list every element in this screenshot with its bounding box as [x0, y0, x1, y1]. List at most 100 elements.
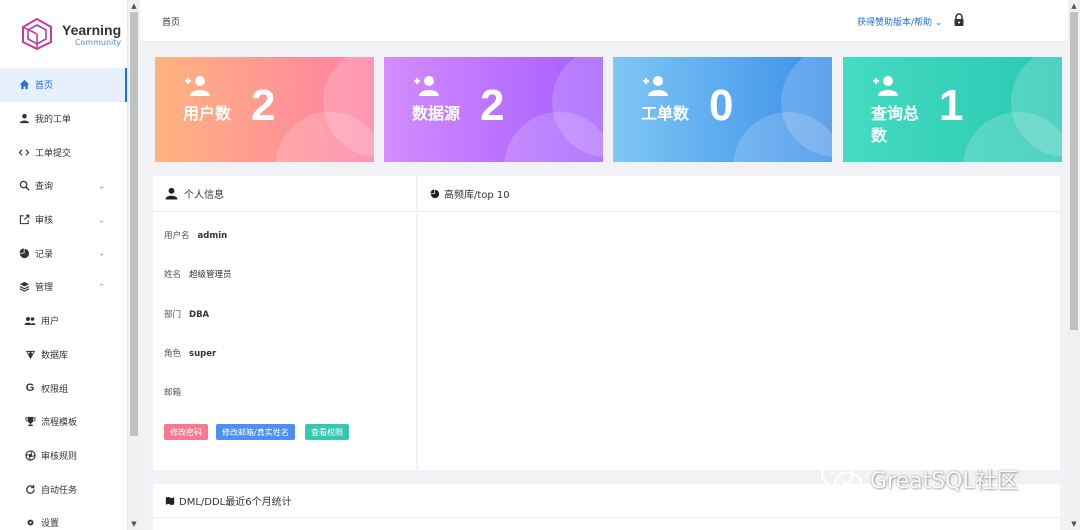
- breadcrumb[interactable]: 首页: [162, 15, 180, 28]
- stat-card-datasources[interactable]: 数据源 2: [384, 57, 603, 162]
- top-db-title: 高频库/top 10: [444, 190, 510, 201]
- help-link-label: 获得赞助版本/帮助: [857, 18, 933, 28]
- field-value: 超级管理员: [189, 270, 232, 280]
- sidebar-item-auto-tasks[interactable]: 自动任务: [0, 472, 127, 506]
- sidebar-item-users[interactable]: 用户: [0, 304, 127, 338]
- field-label: 姓名: [164, 270, 182, 280]
- change-password-button[interactable]: 修改密码: [164, 424, 208, 440]
- watermark-text: GreatSQL社区: [870, 469, 1019, 494]
- profile-email: 邮箱: [164, 386, 189, 398]
- chevron-down-icon: ⌄: [98, 248, 105, 258]
- profile-role: 角色 super: [164, 347, 216, 359]
- card-decor-circle: [504, 112, 603, 162]
- sidebar-item-label: 设置: [41, 519, 60, 530]
- chevron-down-icon: ⌄: [934, 18, 943, 28]
- sidebar-item-databases[interactable]: 数据库: [0, 338, 127, 372]
- field-value: admin: [197, 231, 228, 241]
- user-icon: [165, 187, 178, 200]
- sidebar-item-label: 审核: [35, 216, 54, 227]
- profile-title: 个人信息: [184, 190, 224, 201]
- search-icon: [18, 180, 30, 192]
- add-user-icon: [185, 76, 210, 96]
- main-scrollbar-thumb[interactable]: [1070, 12, 1078, 330]
- scroll-down-icon[interactable]: ▼: [1068, 518, 1080, 530]
- stat-label: 查询总数: [871, 104, 920, 145]
- sidebar-item-label: 记录: [35, 249, 54, 260]
- wechat-logo-icon: [821, 463, 862, 494]
- stat-label: 数据源: [412, 104, 461, 123]
- sidebar: Yearning Community 首页 我的工单 工单提交 查询 ⌄ 审核 …: [0, 0, 128, 530]
- stat-value: 2: [251, 81, 276, 130]
- chevron-down-icon: ⌄: [98, 215, 105, 225]
- code-icon: [18, 146, 30, 158]
- stat-value: 2: [480, 81, 505, 130]
- sidebar-item-permission-groups[interactable]: G 权限组: [0, 371, 127, 405]
- sidebar-item-my-orders[interactable]: 我的工单: [0, 102, 127, 136]
- database-icon: [24, 348, 36, 360]
- watermark: GreatSQL社区: [820, 462, 1019, 496]
- lock-icon[interactable]: [952, 13, 966, 27]
- edit-icon: [18, 214, 30, 226]
- google-icon: G: [25, 382, 35, 395]
- stat-value: 1: [939, 81, 964, 130]
- chevron-up-icon: ⌃: [98, 282, 105, 292]
- sidebar-item-submit-order[interactable]: 工单提交: [0, 135, 127, 169]
- add-user-icon: [873, 76, 898, 96]
- top-db-panel-header: 高频库/top 10: [418, 176, 1060, 212]
- add-user-icon: [643, 76, 668, 96]
- sidebar-item-query[interactable]: 查询 ⌄: [0, 169, 127, 203]
- stat-card-queries[interactable]: 查询总数 1: [843, 57, 1062, 162]
- stat-card-orders[interactable]: 工单数 0: [613, 57, 832, 162]
- sidebar-item-label: 工单提交: [35, 148, 72, 159]
- sidebar-item-label: 管理: [35, 283, 54, 294]
- field-label: 邮箱: [164, 388, 182, 398]
- stat-value: 0: [709, 81, 734, 130]
- home-icon: [18, 79, 30, 91]
- profile-username: 用户名 admin: [164, 229, 227, 241]
- scroll-up-icon[interactable]: ▲: [1068, 0, 1080, 12]
- sidebar-item-flow-templates[interactable]: 流程模板: [0, 405, 127, 439]
- sidebar-item-label: 查询: [35, 182, 54, 193]
- help-dropdown[interactable]: 获得赞助版本/帮助 ⌄: [857, 15, 942, 28]
- field-label: 部门: [164, 310, 182, 320]
- sidebar-item-records[interactable]: 记录 ⌄: [0, 236, 127, 270]
- user-icon: [18, 113, 30, 125]
- trophy-icon: [24, 416, 36, 428]
- top-header: 首页 获得赞助版本/帮助 ⌄: [140, 0, 1068, 42]
- scroll-up-icon[interactable]: ▲: [128, 0, 140, 12]
- sidebar-item-label: 权限组: [41, 384, 69, 395]
- app-name: Yearning: [62, 21, 122, 38]
- layers-icon: [18, 281, 30, 293]
- sidebar-scrollbar-thumb[interactable]: [130, 12, 138, 436]
- sidebar-item-settings[interactable]: 设置: [0, 506, 127, 530]
- field-label: 角色: [164, 349, 182, 359]
- sidebar-item-label: 首页: [35, 81, 54, 92]
- stat-card-users[interactable]: 用户数 2: [155, 57, 374, 162]
- change-email-name-button[interactable]: 修改邮箱/真实姓名: [216, 424, 295, 440]
- view-permissions-button[interactable]: 查看权限: [305, 424, 349, 440]
- refresh-icon: [24, 483, 36, 495]
- app-edition: Community: [74, 37, 122, 47]
- sidebar-item-home[interactable]: 首页: [0, 68, 127, 102]
- sidebar-item-label: 我的工单: [35, 115, 72, 126]
- sidebar-item-label: 审核规则: [41, 451, 78, 462]
- scroll-down-icon[interactable]: ▼: [128, 518, 140, 530]
- sidebar-item-label: 自动任务: [41, 485, 78, 496]
- chevron-down-icon: ⌄: [98, 181, 105, 191]
- main-scrollbar[interactable]: ▲ ▼: [1068, 0, 1080, 530]
- map-icon: [165, 496, 175, 505]
- sidebar-scrollbar[interactable]: ▲ ▼: [128, 0, 140, 530]
- app-logo[interactable]: Yearning Community: [0, 0, 127, 68]
- pie-chart-icon: [430, 189, 440, 198]
- card-decor-circle: [275, 112, 374, 162]
- sidebar-item-audit[interactable]: 审核 ⌄: [0, 203, 127, 237]
- sidebar-item-label: 数据库: [41, 350, 69, 361]
- stat-label: 工单数: [641, 104, 690, 123]
- stat-label: 用户数: [183, 104, 232, 123]
- sidebar-item-label: 流程模板: [41, 418, 78, 429]
- sidebar-item-manage[interactable]: 管理 ⌃: [0, 270, 127, 304]
- add-user-icon: [414, 76, 439, 96]
- card-decor-circle: [733, 112, 832, 162]
- field-value: DBA: [189, 310, 210, 320]
- sidebar-item-audit-rules[interactable]: 审核规则: [0, 439, 127, 473]
